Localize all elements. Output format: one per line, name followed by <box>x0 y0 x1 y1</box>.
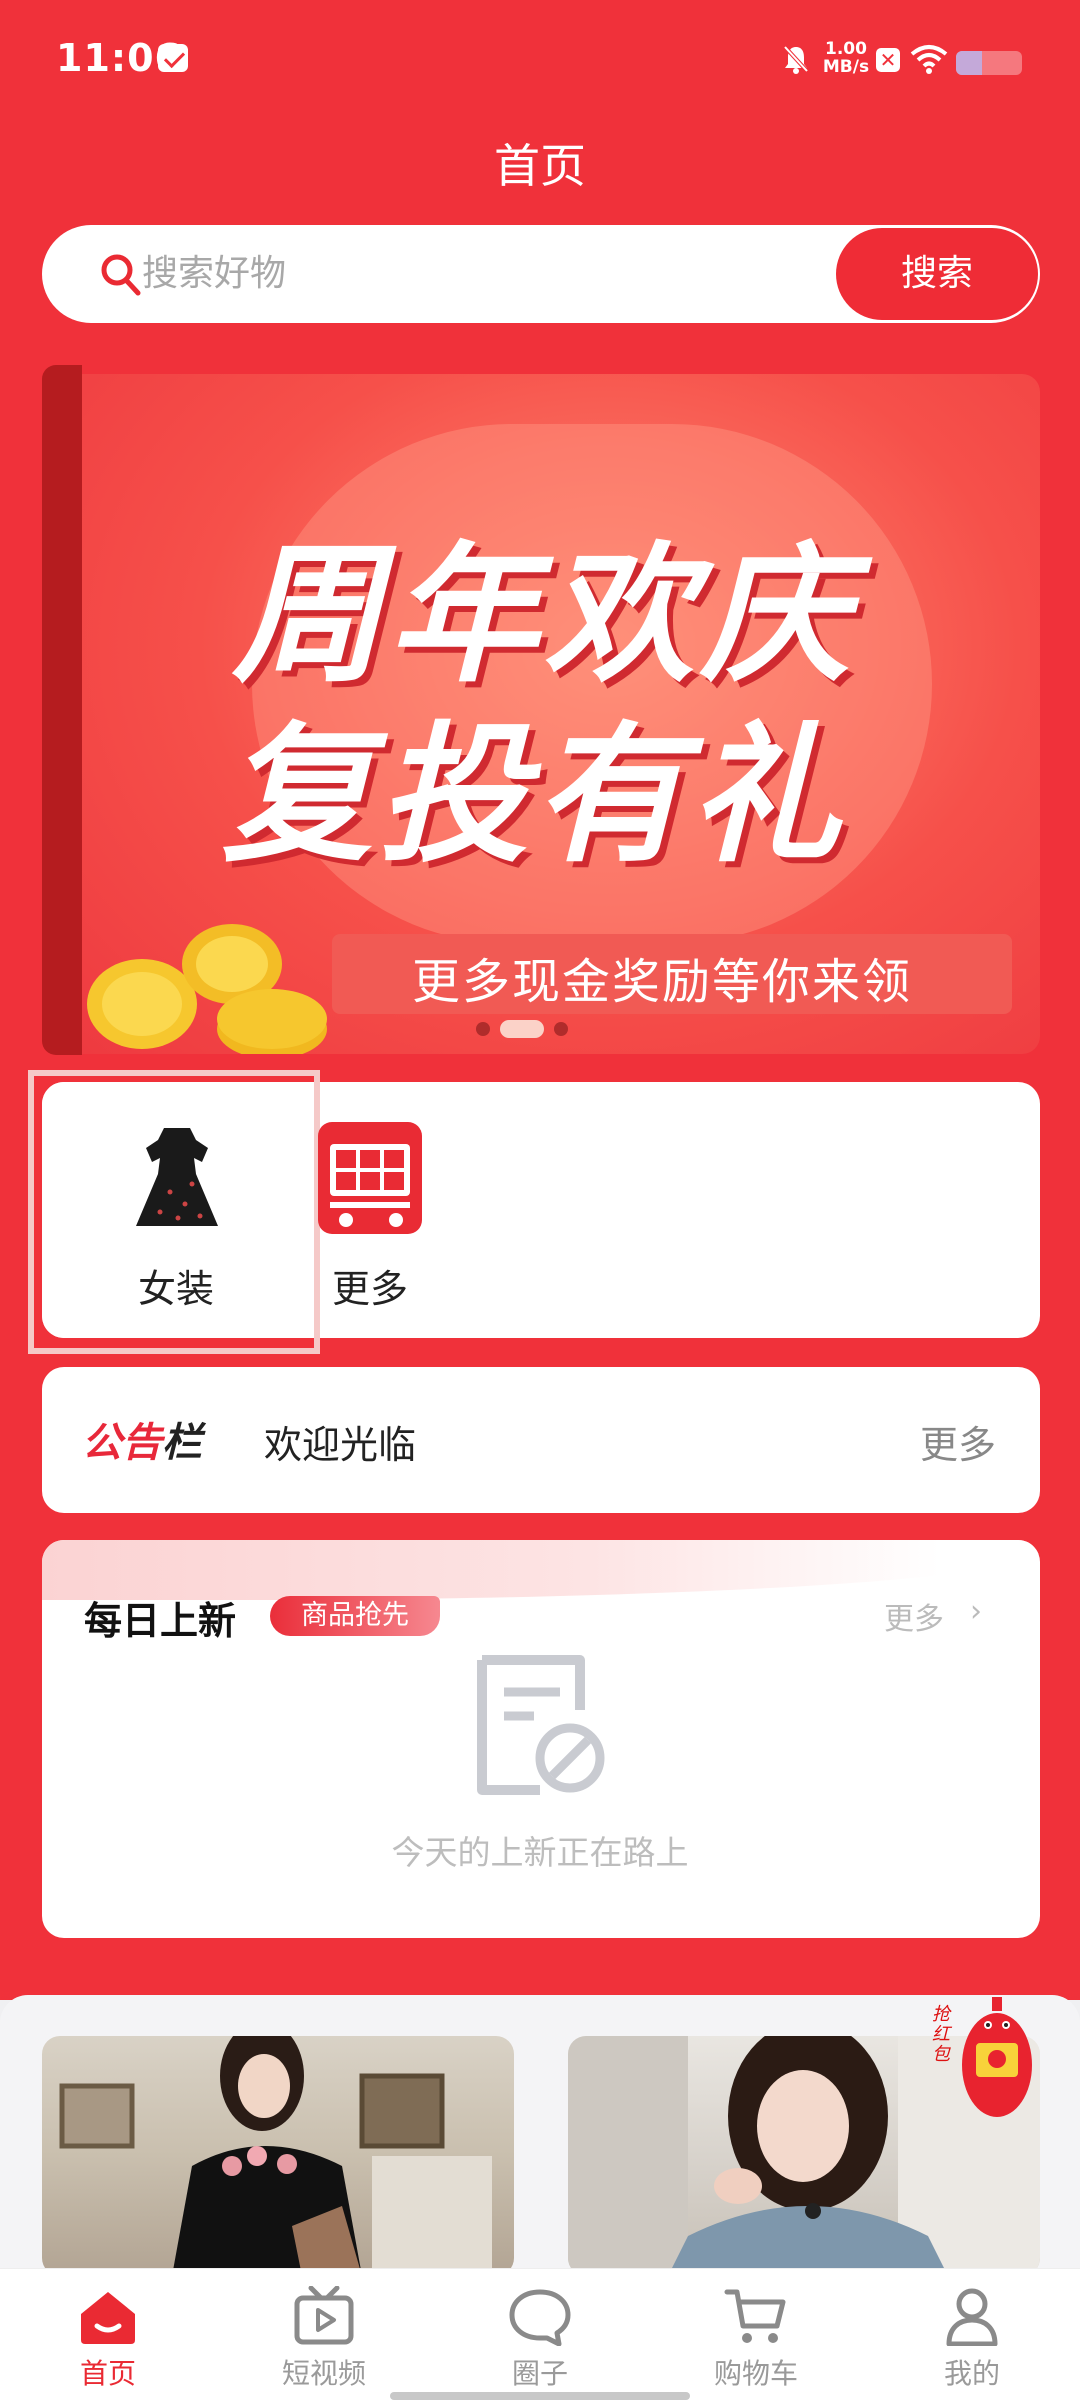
daily-new-empty-text: 今天的上新正在路上 <box>391 1833 689 1872</box>
video-icon <box>294 2286 354 2345</box>
category-label-womens: 女装 <box>137 1267 214 1311</box>
notice-message: 欢迎光临 <box>264 1423 417 1467</box>
nav-tab-short-video[interactable]: 短视频 <box>216 2282 432 2392</box>
dress-icon <box>136 1128 218 1226</box>
network-speed-value: 1.00 <box>825 39 867 59</box>
daily-new-tag: 商品抢先 <box>270 1596 440 1636</box>
banner-subtitle: 更多现金奖励等你来领 <box>412 954 913 1010</box>
red-envelope-promo-icon[interactable]: 抢红包 <box>932 1995 1042 2125</box>
search-button[interactable]: 搜索 <box>836 228 1038 320</box>
category-label-more: 更多 <box>331 1267 408 1311</box>
network-speed-unit: MB/s <box>822 57 870 77</box>
product-card[interactable] <box>42 2036 514 2276</box>
pagination-dot <box>476 1022 490 1036</box>
notice-logo-part1: 公告 <box>82 1420 162 1466</box>
status-bar: 11:06 1.00 MB/s ✕ <box>0 0 1080 124</box>
battery-icon <box>956 51 1022 75</box>
promo-banner[interactable]: 周年欢庆 复投有礼 更多现金奖励等你来领 <box>82 374 1040 1054</box>
pagination-dot-active <box>500 1020 544 1038</box>
product-image-woman-black-dress <box>59 2036 492 2276</box>
nav-label-profile: 我的 <box>943 2357 1000 2390</box>
notice-logo-part2: 栏 <box>162 1420 202 1466</box>
nav-tab-cart[interactable]: 购物车 <box>648 2282 864 2392</box>
category-item-more[interactable] <box>318 1122 422 1234</box>
nav-tab-home[interactable]: 首页 <box>0 2282 216 2392</box>
nav-label-short-video: 短视频 <box>281 2357 366 2390</box>
chat-bubble-icon <box>509 2289 571 2346</box>
empty-document-icon <box>477 1655 605 1795</box>
cart-icon <box>724 2289 786 2343</box>
pagination-dot <box>554 1022 568 1036</box>
nav-label-circle: 圈子 <box>511 2357 568 2390</box>
search-placeholder: 搜索好物 <box>142 253 287 294</box>
shopping-cart-icon <box>330 1144 410 1227</box>
chevron-right-icon[interactable]: › <box>970 1594 982 1629</box>
nav-tab-profile[interactable]: 我的 <box>864 2282 1080 2392</box>
notification-message-icon <box>158 44 188 72</box>
nav-tab-circle[interactable]: 圈子 <box>432 2282 648 2392</box>
home-icon <box>81 2292 135 2344</box>
floating-promo-text: 抢红包 <box>932 2004 950 2065</box>
search-icon <box>101 254 141 296</box>
battery-level-fill <box>956 51 983 75</box>
bell-muted-icon <box>783 45 809 74</box>
notice-board-logo: 公告栏 <box>82 1410 202 1468</box>
notice-more-link[interactable]: 更多 <box>920 1414 996 1469</box>
daily-new-title: 每日上新 <box>84 1599 237 1643</box>
daily-new-more-link[interactable]: 更多 <box>884 1594 944 1638</box>
nav-label-home: 首页 <box>79 2357 136 2390</box>
banner-previous-slide-edge <box>42 365 82 1055</box>
wifi-icon <box>910 45 948 74</box>
page-title: 首页 <box>494 139 586 193</box>
home-indicator[interactable] <box>390 2392 690 2400</box>
network-speed: 1.00 MB/s <box>822 40 870 76</box>
banner-title-line2: 复投有礼 <box>222 709 847 883</box>
no-sim-icon: ✕ <box>876 48 900 72</box>
user-icon <box>946 2288 998 2346</box>
nav-label-cart: 购物车 <box>713 2357 798 2390</box>
